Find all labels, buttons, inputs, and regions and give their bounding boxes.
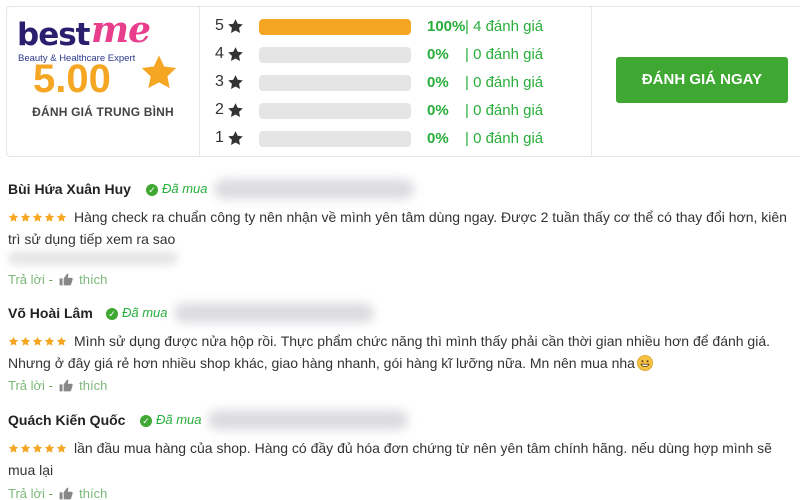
rating-row-percent: 0% (427, 130, 449, 147)
thumbs-up-icon[interactable] (59, 273, 73, 286)
rating-row-percent: 100% (427, 18, 466, 35)
write-review-button[interactable]: ĐÁNH GIÁ NGAY (616, 57, 788, 103)
grinning-face-emoji (637, 355, 653, 371)
rating-row-stars: 4 (215, 45, 224, 62)
separator: - (48, 378, 57, 393)
verified-purchase-badge: ✓ Đã mua (140, 412, 202, 427)
rating-bar-fill (259, 19, 411, 35)
verified-label: Đã mua (162, 181, 208, 196)
review-actions: Trả lời - thích (8, 378, 107, 393)
star-icon (228, 103, 243, 117)
thumbs-up-icon[interactable] (59, 487, 73, 500)
reply-link[interactable]: Trả lời (8, 486, 45, 500)
rating-row-3: 3 0% | 0 đánh giá (215, 71, 575, 95)
verified-label: Đã mua (156, 412, 202, 427)
reviewer-name: Võ Hoài Lâm (8, 305, 93, 321)
redacted-info (208, 410, 408, 430)
average-rating-value: 5.00 (33, 57, 111, 101)
like-link[interactable]: thích (79, 378, 107, 393)
reviewer-name: Quách Kiến Quốc (8, 412, 126, 428)
divider (199, 7, 200, 156)
rating-row-count: | 0 đánh giá (465, 130, 544, 147)
reply-link[interactable]: Trả lời (8, 378, 45, 393)
rating-bar (259, 131, 411, 147)
rating-row-percent: 0% (427, 102, 449, 119)
reply-link[interactable]: Trả lời (8, 272, 45, 287)
star-icon (228, 131, 243, 145)
rating-row-1: 1 0% | 0 đánh giá (215, 127, 575, 151)
like-link[interactable]: thích (79, 486, 107, 500)
logo-text-best: best (17, 17, 90, 53)
redacted-info (8, 251, 178, 265)
rating-summary: best me Beauty & Healthcare Expert 5.00 … (6, 6, 800, 157)
rating-row-2: 2 0% | 0 đánh giá (215, 99, 575, 123)
review-actions: Trả lời - thích (8, 486, 107, 500)
verified-label: Đã mua (122, 305, 168, 320)
like-link[interactable]: thích (79, 272, 107, 287)
star-icon (141, 55, 177, 89)
verified-purchase-badge: ✓ Đã mua (146, 181, 208, 196)
review-text: lần đầu mua hàng của shop. Hàng có đầy đ… (8, 440, 772, 478)
check-circle-icon: ✓ (140, 415, 152, 427)
star-icon (228, 47, 243, 61)
rating-row-5: 5 100% | 4 đánh giá (215, 15, 575, 39)
review-text: Hàng check ra chuẩn công ty nên nhận về … (8, 209, 787, 247)
star-icon (228, 75, 243, 89)
average-rating-label: ĐÁNH GIÁ TRUNG BÌNH (32, 105, 174, 119)
star-icon (228, 19, 243, 33)
rating-row-percent: 0% (427, 74, 449, 91)
check-circle-icon: ✓ (106, 308, 118, 320)
rating-row-4: 4 0% | 0 đánh giá (215, 43, 575, 67)
rating-row-stars: 3 (215, 73, 224, 90)
rating-row-count: | 0 đánh giá (465, 46, 544, 63)
rating-row-count: | 0 đánh giá (465, 102, 544, 119)
rating-row-stars: 1 (215, 129, 224, 146)
redacted-info (174, 303, 374, 323)
rating-row-percent: 0% (427, 46, 449, 63)
rating-row-stars: 2 (215, 101, 224, 118)
rating-row-count: | 4 đánh giá (465, 18, 544, 35)
rating-row-stars: 5 (215, 17, 224, 34)
check-circle-icon: ✓ (146, 184, 158, 196)
divider (591, 7, 592, 156)
rating-row-count: | 0 đánh giá (465, 74, 544, 91)
redacted-info (214, 179, 414, 199)
thumbs-up-icon[interactable] (59, 379, 73, 392)
rating-bar (259, 103, 411, 119)
separator: - (48, 486, 57, 500)
review-actions: Trả lời - thích (8, 272, 107, 287)
rating-bar (259, 47, 411, 63)
review-text: Mình sử dụng được nửa hộp rồi. Thực phẩm… (8, 330, 798, 374)
review-text-content: Mình sử dụng được nửa hộp rồi. Thực phẩm… (8, 333, 771, 371)
reviewer-name: Bùi Hứa Xuân Huy (8, 181, 131, 197)
logo-text-me: me (91, 9, 151, 51)
rating-bar (259, 19, 411, 35)
verified-purchase-badge: ✓ Đã mua (106, 305, 168, 320)
separator: - (48, 272, 57, 287)
rating-bar (259, 75, 411, 91)
